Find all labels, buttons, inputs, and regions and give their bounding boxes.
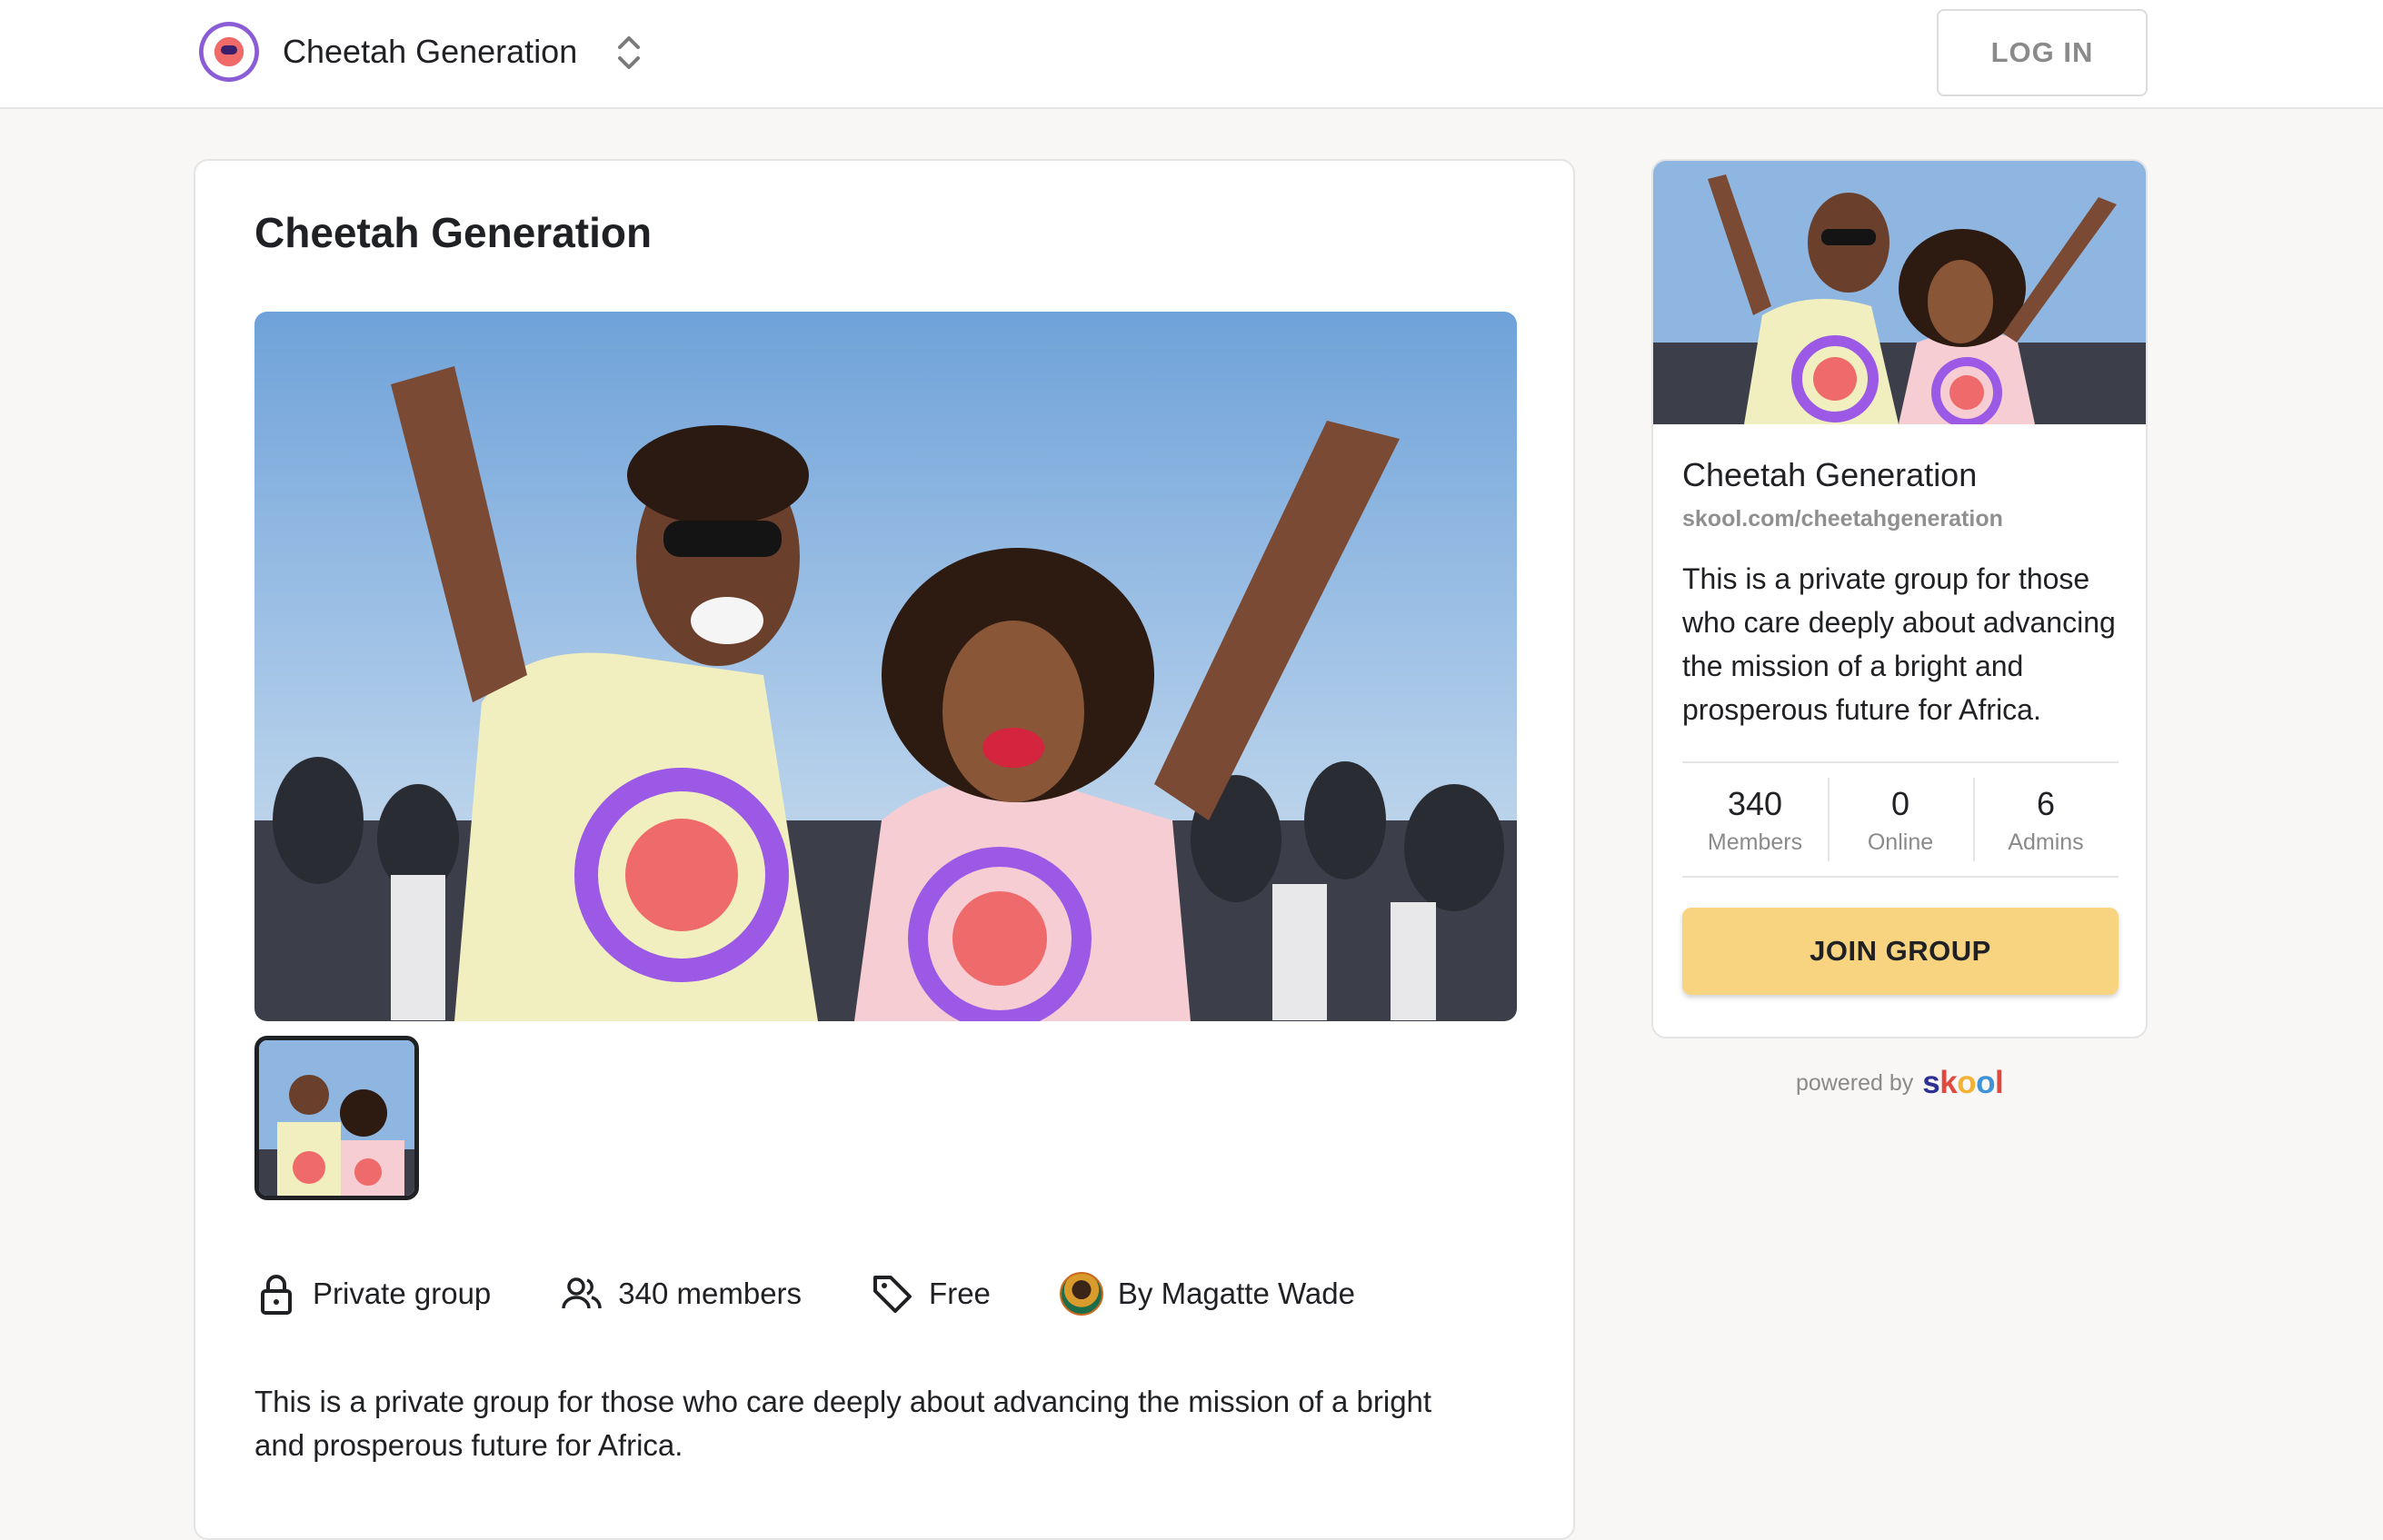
meta-members: 340 members [560, 1272, 802, 1316]
stat-members[interactable]: 340 Members [1682, 763, 1828, 876]
side-group-title: Cheetah Generation [1682, 456, 1978, 493]
skool-letter: k [1939, 1065, 1958, 1100]
join-group-button[interactable]: JOIN GROUP [1682, 908, 2119, 995]
meta-price: Free [871, 1272, 991, 1316]
group-description: This is a private group for those who ca… [254, 1385, 1432, 1462]
avatar[interactable] [1059, 1272, 1103, 1316]
lock-icon [261, 1275, 292, 1315]
privacy-label: Private group [313, 1277, 492, 1310]
stat-label: Members [1707, 829, 1803, 855]
members-label: 340 members [618, 1277, 803, 1310]
group-summary-card: Cheetah Generation skool.com/cheetahgene… [1651, 159, 2148, 1038]
skool-letter: o [1957, 1065, 1977, 1100]
price-label: Free [929, 1277, 991, 1310]
author-label[interactable]: By Magatte Wade [1118, 1277, 1355, 1311]
login-button[interactable]: LOG IN [1937, 9, 2148, 96]
top-bar: Cheetah Generation LOG IN [0, 0, 2383, 109]
chevron-up-down-icon[interactable] [611, 31, 647, 75]
page-title: Cheetah Generation [254, 209, 653, 256]
about-card: Cheetah Generation Private group 340 mem… [194, 159, 1575, 1540]
skool-logo[interactable]: skool [1922, 1065, 2003, 1101]
tag-icon [873, 1276, 912, 1313]
skool-letter: l [1994, 1065, 2004, 1100]
meta-author[interactable]: By Magatte Wade [1059, 1272, 1355, 1316]
stat-value: 0 [1890, 784, 1910, 822]
powered-by[interactable]: powered by skool [1796, 1063, 2004, 1103]
group-url: skool.com/cheetahgeneration [1682, 506, 2003, 532]
skool-letter: o [1976, 1065, 1995, 1100]
stat-label: Online [1867, 829, 1934, 855]
stat-value: 6 [2036, 784, 2056, 822]
group-stats: 340 Members 0 Online 6 Admins [1682, 761, 2119, 878]
skool-letter: s [1922, 1065, 1940, 1100]
hero-image [254, 312, 1517, 1021]
powered-by-label: powered by [1796, 1069, 1914, 1096]
stat-label: Admins [2008, 829, 2084, 855]
hero-photo [254, 312, 1517, 1021]
side-group-description: This is a private group for those who ca… [1682, 562, 2116, 726]
meta-privacy: Private group [254, 1272, 491, 1316]
users-icon [562, 1277, 603, 1309]
group-name[interactable]: Cheetah Generation [283, 33, 577, 71]
group-meta: Private group 340 members Free By Magatt… [254, 1267, 1424, 1321]
thumbnail-photo [259, 1040, 414, 1196]
cover-image [1653, 161, 2146, 424]
gallery-thumbnail[interactable] [254, 1036, 419, 1200]
stat-value: 340 [1727, 784, 1783, 822]
group-switcher[interactable]: Cheetah Generation [199, 22, 577, 82]
cheetah-logo-icon[interactable] [199, 22, 259, 82]
stat-admins[interactable]: 6 Admins [1973, 763, 2119, 876]
stat-online[interactable]: 0 Online [1828, 763, 1973, 876]
